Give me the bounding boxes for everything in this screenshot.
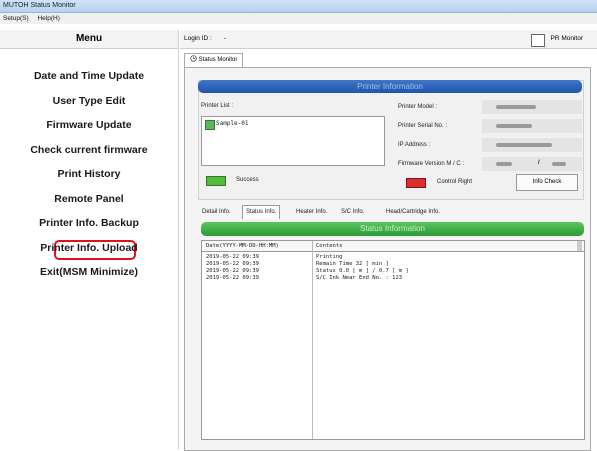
row-content: Status 0.0 [ m ] / 0.7 [ m ] (316, 268, 409, 274)
ip-address-value (482, 138, 582, 152)
ip-address-label: IP Address : (398, 142, 431, 148)
sidebar-item-user-type-edit[interactable]: User Type Edit (0, 95, 178, 107)
printer-list-item[interactable]: Sample-01 (216, 120, 249, 127)
printer-model-value (482, 100, 582, 114)
row-date: 2019-05-22 09:39 (206, 275, 259, 281)
sidebar-item-printer-info-upload[interactable]: Printer Info. Upload (0, 242, 178, 254)
tab-status-monitor[interactable]: Status Monitor (184, 53, 244, 67)
tab-sc-info[interactable]: S/C Info. (337, 205, 368, 220)
tab-status-monitor-label: Status Monitor (198, 57, 238, 63)
control-right-label: Control Right (437, 179, 473, 185)
window-title: MUTOH Status Monitor (3, 2, 76, 9)
topbar: Login ID : - PR Monitor (180, 30, 597, 49)
tab-head-cartridge-info[interactable]: Head/Cartridge Info. (382, 205, 444, 220)
table-row[interactable]: 2019-05-22 09:39 S/C Ink Near End No. : … (202, 275, 584, 282)
firmware-version-value: / (482, 157, 582, 171)
sidebar-item-check-firmware[interactable]: Check current firmware (0, 144, 178, 156)
main-tabs: Status Monitor (180, 53, 597, 67)
menu-help[interactable]: Help(H) (37, 15, 59, 22)
success-indicator (206, 176, 226, 186)
table-row[interactable]: 2019-05-22 09:39 Printing (202, 254, 584, 261)
status-log-header: Date(YYYY-MM-DD-HH:MM) Contents (202, 241, 584, 252)
success-label: Success (236, 177, 259, 183)
firmware-version-label: Firmware Version M / C : (398, 161, 465, 167)
window-titlebar: MUTOH Status Monitor (0, 0, 597, 13)
firmware-separator: / (538, 160, 540, 166)
printer-info-header: Printer Information (198, 80, 582, 93)
tab-detail-info[interactable]: Detail Info. (198, 205, 235, 220)
status-info-header: Status Information (201, 222, 584, 236)
printer-serial-label: Printer Serial No. : (398, 123, 448, 129)
printer-status-icon (205, 120, 215, 130)
printer-model-label: Printer Model : (398, 104, 438, 110)
pr-monitor-label: PR Monitor (550, 35, 583, 42)
column-header-date[interactable]: Date(YYYY-MM-DD-HH:MM) (206, 243, 279, 249)
menubar: Setup(S) Help(H) (0, 13, 597, 24)
sidebar-item-print-history[interactable]: Print History (0, 168, 178, 180)
sidebar: Date and Time Update User Type Edit Firm… (0, 49, 179, 449)
info-subtabs: Detail Info. Status Info. Heater Info. S… (196, 205, 586, 219)
log-scrollbar[interactable] (577, 241, 582, 251)
table-row[interactable]: 2019-05-22 09:39 Remain Time 32 [ min ] (202, 261, 584, 268)
clock-icon (190, 55, 197, 62)
sidebar-item-date-time-update[interactable]: Date and Time Update (0, 70, 178, 82)
row-content: Printing (316, 254, 343, 260)
sidebar-item-printer-info-backup[interactable]: Printer Info. Backup (0, 217, 178, 229)
column-header-contents[interactable]: Contents (316, 243, 343, 249)
row-date: 2019-05-22 09:39 (206, 268, 259, 274)
sidebar-heading: Menu (0, 30, 179, 49)
sidebar-item-exit[interactable]: Exit(MSM Minimize) (0, 266, 178, 278)
status-log-list[interactable]: Date(YYYY-MM-DD-HH:MM) Contents 2019-05-… (201, 240, 585, 440)
printer-serial-value (482, 119, 582, 133)
printer-list-label: Printer List : (201, 103, 234, 109)
row-date: 2019-05-22 09:39 (206, 261, 259, 267)
info-check-button[interactable]: Info Check (516, 174, 578, 191)
sidebar-item-firmware-update[interactable]: Firmware Update (0, 119, 178, 131)
login-value: - (224, 35, 227, 42)
tab-status-info[interactable]: Status Info. (242, 205, 281, 219)
row-content: S/C Ink Near End No. : 123 (316, 275, 403, 281)
row-content: Remain Time 32 [ min ] (316, 261, 389, 267)
printer-list[interactable]: Sample-01 (201, 116, 385, 166)
row-date: 2019-05-22 09:39 (206, 254, 259, 260)
tab-heater-info[interactable]: Heater Info. (292, 205, 331, 220)
menu-setup[interactable]: Setup(S) (3, 15, 29, 22)
sidebar-item-remote-panel[interactable]: Remote Panel (0, 193, 178, 205)
pr-monitor-checkbox[interactable] (531, 34, 545, 47)
table-row[interactable]: 2019-05-22 09:39 Status 0.0 [ m ] / 0.7 … (202, 268, 584, 275)
login-label: Login ID : (184, 35, 212, 42)
control-right-indicator (406, 178, 426, 188)
